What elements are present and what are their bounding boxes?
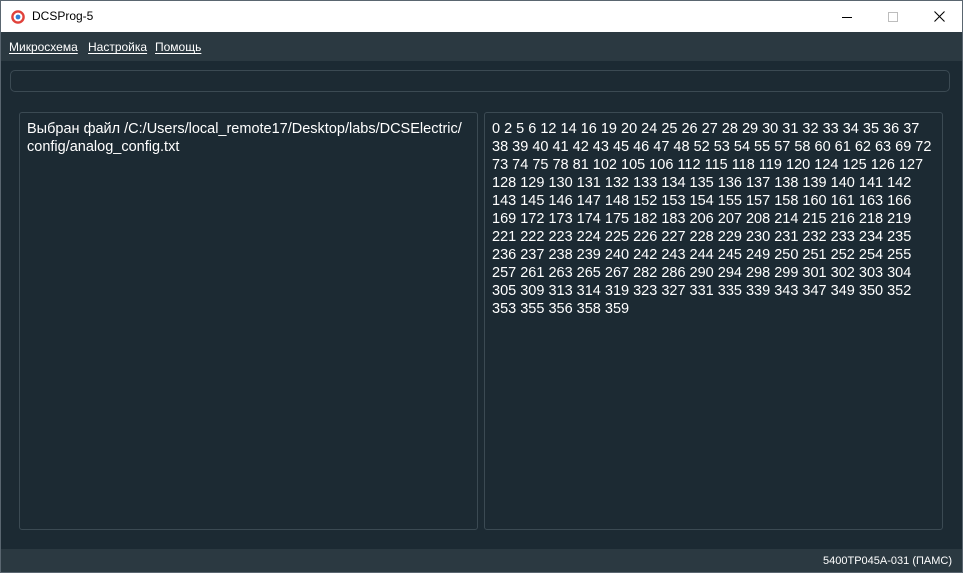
close-icon	[933, 7, 945, 26]
minimize-icon	[842, 7, 852, 26]
close-button[interactable]	[916, 1, 962, 32]
title-bar[interactable]: DCSProg-5	[1, 1, 962, 32]
file-info-panel[interactable]: Выбран файл /C:/Users/local_remote17/Des…	[19, 112, 478, 530]
app-window: DCSProg-5 Микросхема Настройка Помощь Вы…	[0, 0, 963, 573]
channel-numbers-text: 0 2 5 6 12 14 16 19 20 24 25 26 27 28 29…	[492, 121, 932, 317]
maximize-button[interactable]	[870, 1, 916, 32]
menu-item-settings[interactable]: Настройка	[88, 39, 147, 55]
app-logo-icon	[11, 9, 25, 24]
top-input-field[interactable]	[10, 70, 950, 92]
maximize-icon	[888, 7, 898, 26]
menu-bar: Микросхема Настройка Помощь	[1, 32, 962, 61]
device-status-text: 5400ТР045А-031 (ПАМС)	[823, 555, 952, 567]
window-title: DCSProg-5	[32, 9, 94, 23]
status-bar: 5400ТР045А-031 (ПАМС)	[1, 549, 962, 572]
menu-item-help[interactable]: Помощь	[155, 39, 201, 55]
selected-file-text: Выбран файл /C:/Users/local_remote17/Des…	[27, 121, 462, 155]
minimize-button[interactable]	[824, 1, 870, 32]
channel-list-panel[interactable]: 0 2 5 6 12 14 16 19 20 24 25 26 27 28 29…	[484, 112, 943, 530]
menu-item-chip[interactable]: Микросхема	[9, 39, 78, 55]
